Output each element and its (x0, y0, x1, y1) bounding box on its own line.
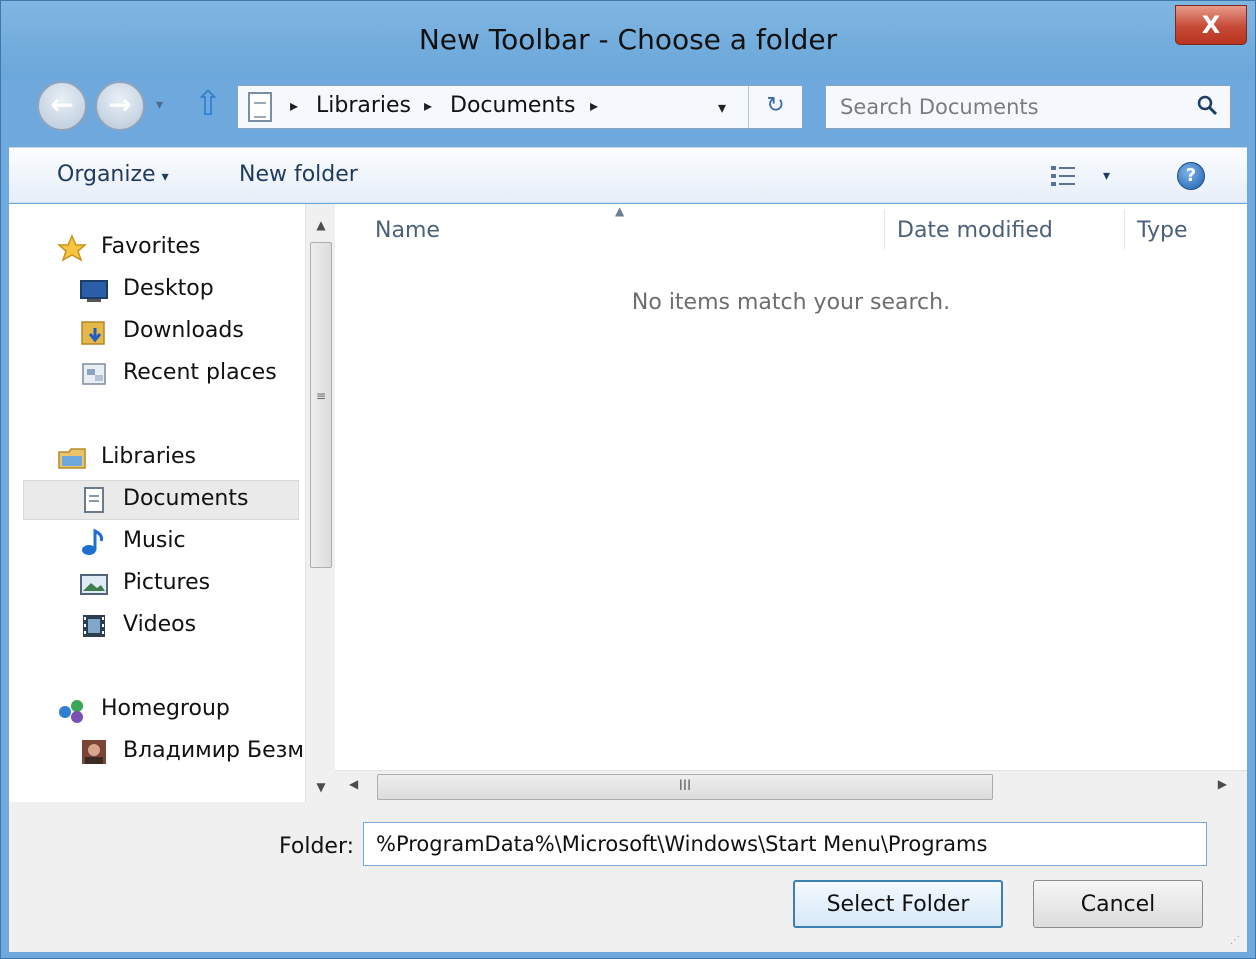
select-folder-button[interactable]: Select Folder (793, 880, 1003, 928)
recent-locations-dropdown[interactable]: ▾ (156, 97, 163, 113)
address-dropdown-button[interactable]: ▾ (718, 98, 726, 117)
sort-ascending-icon: ▲ (615, 204, 625, 218)
nav-label: Videos (123, 612, 197, 637)
horizontal-scroll-thumb[interactable]: III (377, 774, 993, 800)
nav-label: Recent places (123, 360, 277, 385)
scroll-up-arrow[interactable]: ▲ (306, 218, 336, 232)
desktop-icon (80, 280, 108, 302)
scroll-down-arrow[interactable]: ▼ (306, 780, 336, 794)
nav-label: Downloads (123, 318, 244, 343)
view-dropdown-icon[interactable]: ▾ (1103, 168, 1110, 184)
file-list-horizontal-scrollbar[interactable]: ◀ III ▶ (335, 770, 1247, 802)
organize-button[interactable]: Organize ▾ (57, 162, 169, 187)
scroll-grip-icon: ≡ (316, 389, 327, 403)
nav-label: Favorites (101, 234, 201, 259)
column-header-name[interactable]: Name (375, 218, 440, 243)
breadcrumb-separator[interactable]: ▸ (290, 96, 298, 115)
downloads-icon (81, 321, 105, 345)
column-divider[interactable] (884, 210, 885, 250)
navigation-pane: Favorites Desktop Downloads Recent place… (9, 204, 305, 802)
close-button[interactable]: X (1175, 5, 1247, 45)
dialog-footer: Folder: Select Folder Cancel ⋰ (9, 802, 1247, 952)
window-title: New Toolbar - Choose a folder (418, 23, 838, 56)
document-icon (248, 92, 272, 122)
scroll-thumb[interactable]: ≡ (310, 242, 332, 568)
cancel-button[interactable]: Cancel (1033, 880, 1203, 928)
star-icon (57, 234, 87, 262)
column-divider[interactable] (1124, 210, 1125, 250)
organize-label: Organize (57, 162, 156, 187)
chevron-down-icon: ▾ (161, 169, 169, 185)
nav-label: Homegroup (101, 696, 230, 721)
libraries-icon (58, 448, 86, 469)
scroll-right-arrow[interactable]: ▶ (1218, 777, 1227, 791)
nav-pane-scrollbar[interactable]: ▲ ≡ ▼ (305, 204, 335, 802)
homegroup-icon (59, 700, 83, 723)
up-folder-button[interactable]: ⇧ (191, 85, 225, 125)
column-header-date-modified[interactable]: Date modified (897, 218, 1053, 243)
recent-places-icon (82, 363, 106, 385)
music-icon (82, 528, 103, 555)
help-icon[interactable]: ? (1177, 162, 1205, 190)
nav-label: Music (123, 528, 186, 553)
breadcrumb-libraries[interactable]: Libraries (316, 93, 411, 118)
folder-path-input[interactable] (363, 822, 1207, 866)
new-folder-button[interactable]: New folder (239, 162, 358, 187)
breadcrumb-separator[interactable]: ▸ (590, 96, 598, 115)
search-box (825, 85, 1231, 129)
file-list-pane[interactable]: ▲ Name Date modified Type No items match… (335, 204, 1247, 770)
title-bar[interactable]: New Toolbar - Choose a folder X (1, 1, 1255, 79)
scroll-left-arrow[interactable]: ◀ (349, 777, 358, 791)
address-bar[interactable]: ▸ Libraries ▸ Documents ▸ ▾ ↻ (237, 85, 803, 129)
search-input[interactable] (840, 92, 1180, 122)
nav-label: Владимир Безма (123, 738, 305, 763)
view-options-icon[interactable] (1049, 164, 1079, 188)
user-avatar-icon (82, 740, 106, 764)
nav-label: Pictures (123, 570, 211, 595)
empty-list-message: No items match your search. (631, 290, 951, 315)
command-toolbar: Organize ▾ New folder ▾ ? (9, 147, 1247, 203)
dialog-window: New Toolbar - Choose a folder X ← → ▾ ⇧ … (0, 0, 1256, 959)
nav-label: Documents (123, 486, 249, 511)
documents-icon (84, 487, 104, 513)
breadcrumb-documents[interactable]: Documents (450, 93, 575, 118)
column-header-type[interactable]: Type (1137, 218, 1188, 243)
nav-label: Libraries (101, 444, 197, 469)
nav-label: Desktop (123, 276, 214, 301)
search-icon[interactable] (1196, 94, 1218, 116)
back-button[interactable]: ← (37, 81, 87, 131)
forward-button[interactable]: → (95, 81, 145, 131)
refresh-button[interactable]: ↻ (748, 86, 802, 128)
videos-icon (83, 615, 105, 637)
pictures-icon (80, 574, 108, 595)
breadcrumb-separator[interactable]: ▸ (424, 96, 432, 115)
folder-label: Folder: (279, 834, 355, 859)
resize-grip-icon[interactable]: ⋰ (1230, 935, 1241, 946)
